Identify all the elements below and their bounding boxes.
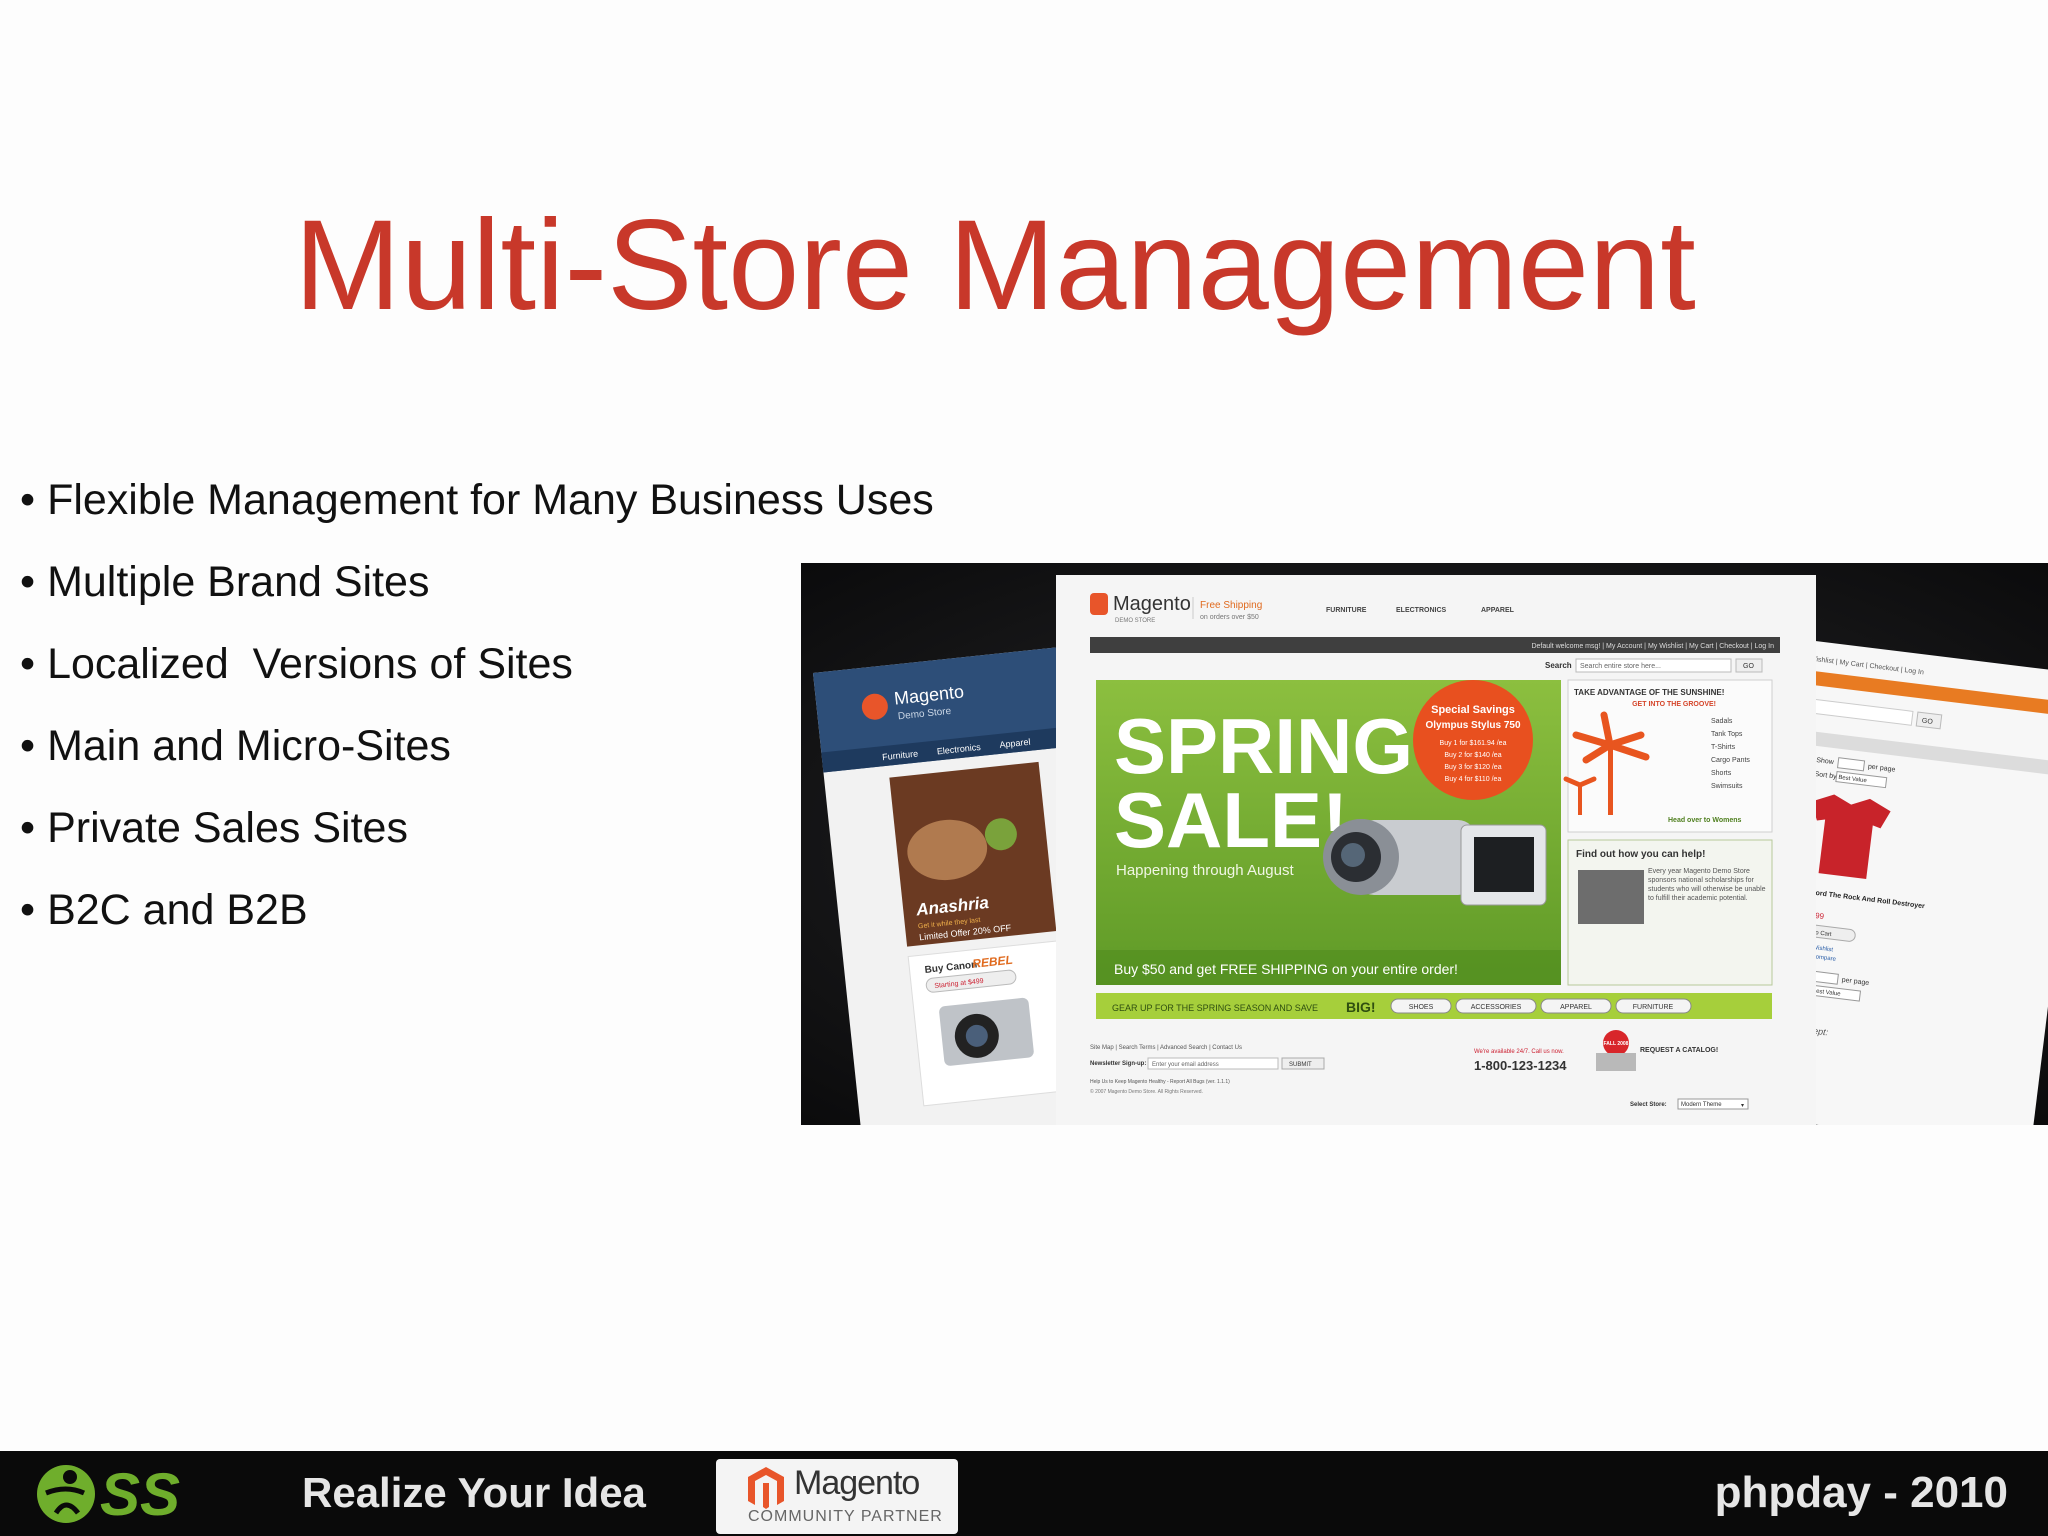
help-photo [1578,870,1644,924]
store-select-chevron-icon: ▾ [1741,1103,1744,1109]
bullet-marker: • [20,640,36,688]
main-nav-item[interactable]: ELECTRONICS [1396,607,1447,614]
main-nav-item[interactable]: FURNITURE [1326,607,1367,614]
store-collage: Magento Demo Store Furniture Electronics… [801,563,2048,1125]
search-placeholder: Search entire store here... [1580,663,1661,670]
category-label: APPAREL [1560,1004,1592,1011]
banner-line2: SALE! [1114,776,1348,864]
bullet-marker: • [20,804,36,852]
help-us-line: Help Us to Keep Magento Healthy - Report… [1090,1079,1230,1085]
bullet-text: Flexible Management for Many Business Us… [47,476,934,524]
copyright: © 2007 Magento Demo Store. All Rights Re… [1090,1088,1203,1095]
sunshine-item[interactable]: Swimsuits [1711,783,1743,790]
help-text: Every year Magento Demo Store sponsors n… [1648,868,1766,902]
catalog-image [1596,1053,1636,1071]
sunshine-item[interactable]: Shorts [1711,770,1732,777]
oss-logo: SS [32,1459,262,1534]
phone-number: 1-800-123-1234 [1474,1058,1567,1073]
newsletter-placeholder: Enter your email address [1152,1062,1219,1068]
badge-line: Buy 4 for $110 /ea [1445,776,1502,783]
main-store-page: Magento DEMO STORE Free Shipping on orde… [1056,575,1816,1125]
badge-line: Special Savings [1431,704,1515,716]
category-label: FURNITURE [1633,1004,1674,1011]
bullet-item: • Private Sales Sites [20,798,934,880]
bullet-marker: • [20,722,36,770]
bullet-item: • B2C and B2B [20,880,934,962]
newsletter-submit-label: SUBMIT [1289,1062,1312,1068]
search-label: Search [1545,661,1572,670]
sunshine-item[interactable]: Tank Tops [1711,731,1743,738]
badge-line: Buy 3 for $120 /ea [1444,764,1501,771]
select-store-label: Select Store: [1630,1102,1667,1108]
sunshine-sub: GET INTO THE GROOVE! [1632,701,1716,708]
bullet-item: • Flexible Management for Many Business U… [20,470,934,552]
main-top-links[interactable]: Default welcome msg! | My Account | My W… [1531,643,1774,650]
oss-logo-graphic: SS [37,1461,180,1528]
category-label: SHOES [1409,1004,1434,1011]
bullet-marker: • [20,886,36,934]
footer-links[interactable]: Site Map | Search Terms | Advanced Searc… [1090,1045,1242,1051]
store-select-value: Modern Theme [1681,1102,1722,1108]
bullet-text: Main and Micro-Sites [47,722,451,770]
sunshine-item[interactable]: T-Shirts [1711,744,1736,751]
bullet-marker: • [20,558,36,606]
help-text-box: Every year Magento Demo Store sponsors n… [1648,868,1766,902]
badge-line: Buy 1 for $161.94 /ea [1440,740,1507,747]
sunshine-link[interactable]: Head over to Womens [1668,817,1741,824]
partner-sub: COMMUNITY PARTNER [748,1508,943,1525]
help-title: Find out how you can help! [1576,849,1705,860]
bullet-text: B2C and B2B [47,886,308,934]
search-go-label: GO [1743,663,1754,670]
right-go-label: GO [1921,718,1933,726]
newsletter-label: Newsletter Sign-up: [1090,1061,1146,1067]
fall-badge-label: FALL 2008 [1604,1041,1629,1047]
shipping-line: Buy $50 and get FREE SHIPPING on your en… [1114,961,1458,977]
free-shipping: Free Shipping [1200,600,1262,611]
catalog-title[interactable]: REQUEST A CATALOG! [1640,1047,1718,1054]
magento-logo-icon [1090,593,1108,615]
event-label: phpday - 2010 [1714,1468,2008,1517]
gear-big: BIG! [1346,999,1376,1015]
main-nav-item[interactable]: APPAREL [1481,607,1515,614]
badge-line: Buy 2 for $140 /ea [1444,752,1501,759]
main-brand: Magento [1113,593,1191,615]
category-label: ACCESSORIES [1471,1004,1522,1011]
sunshine-item[interactable]: Cargo Pants [1711,757,1750,764]
bullet-item: • Localized Versions of Sites [20,634,934,716]
camcorder-image [1323,819,1547,906]
magento-partner-badge: Magento COMMUNITY PARTNER [716,1459,958,1534]
badge-line: Olympus Stylus 750 [1425,720,1520,731]
slide-footer: SS Realize Your Idea Magento COMMUNITY P… [0,1451,2048,1536]
sunshine-title: TAKE ADVANTAGE OF THE SUNSHINE! [1574,688,1724,697]
bullet-list: • Flexible Management for Many Business U… [20,470,934,962]
banner-sub: Happening through August [1116,862,1294,879]
bullet-text: Private Sales Sites [47,804,408,852]
gear-text: GEAR UP FOR THE SPRING SEASON AND SAVE [1112,1003,1318,1013]
partner-name: Magento [794,1464,920,1502]
main-sub: DEMO STORE [1115,618,1155,624]
bullet-item: • Multiple Brand Sites [20,552,934,634]
bullet-item: • Main and Micro-Sites [20,716,934,798]
sunshine-item[interactable]: Sadals [1711,718,1733,725]
slide-title: Multi-Store Management [294,194,1696,337]
bullet-marker: • [20,476,36,524]
oss-figure-head [63,1470,77,1484]
oss-logo-text: SS [100,1461,180,1528]
footer-tagline: Realize Your Idea [302,1469,646,1516]
bullet-text: Localized Versions of Sites [47,640,573,688]
phone-label: We're available 24/7. Call us now. [1474,1049,1564,1055]
magento-store-screenshots: Magento Demo Store Furniture Electronics… [801,563,2048,1125]
magento-logo-icon [748,1467,784,1509]
bullet-text: Multiple Brand Sites [47,558,430,606]
free-shipping-sub: on orders over $50 [1200,614,1259,621]
